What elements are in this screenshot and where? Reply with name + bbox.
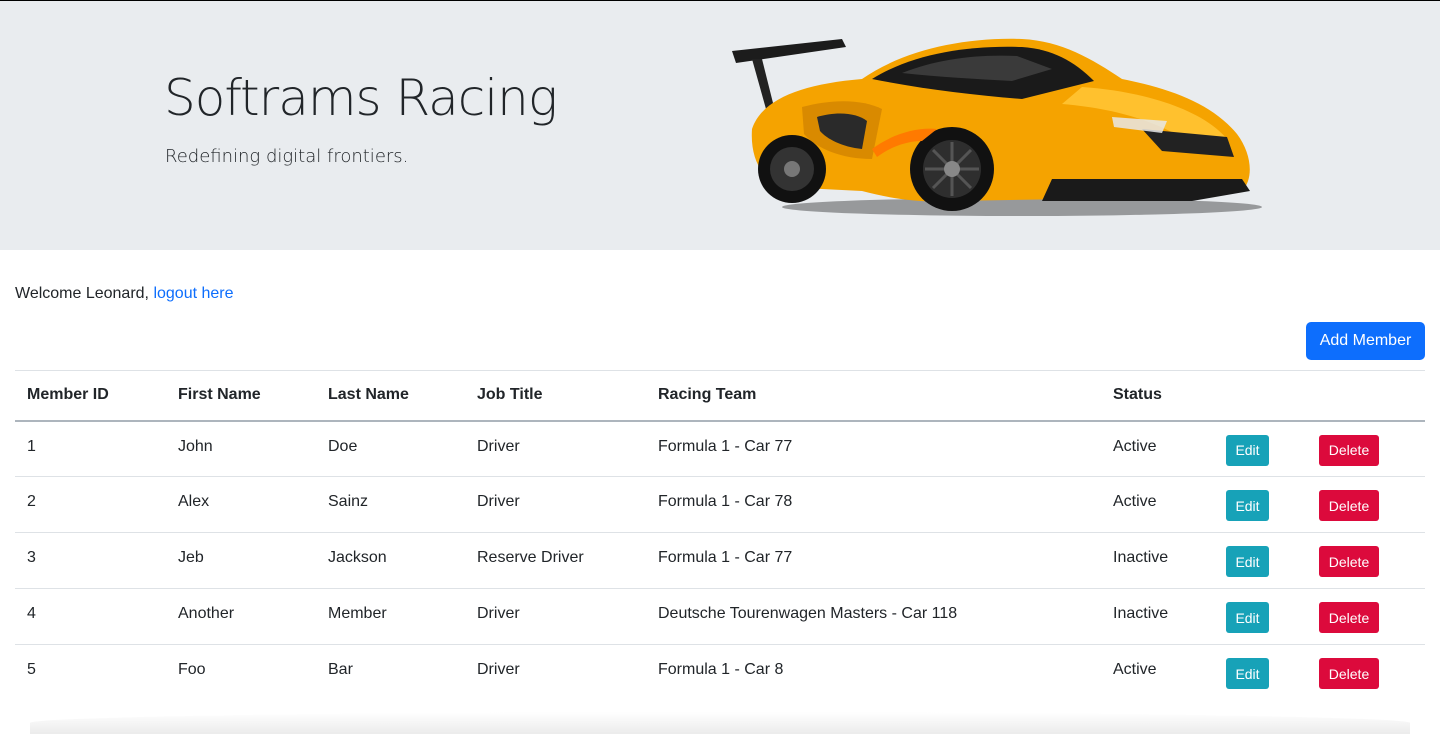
cell-edit: Edit <box>1214 420 1307 477</box>
cell-status: Active <box>1113 661 1157 678</box>
cell-member-id: 2 <box>15 476 166 533</box>
cell-first-name: Jeb <box>166 532 316 589</box>
cell-racing-team: Formula 1 - Car 8 <box>658 661 784 678</box>
cell-delete: Delete <box>1307 645 1425 701</box>
header-racing-team: Racing Team <box>646 370 1101 422</box>
table-row: 3 Jeb Jackson Reserve Driver Formula 1 -… <box>15 532 1425 589</box>
cell-member-id: 3 <box>15 532 166 589</box>
cell-delete: Delete <box>1307 588 1425 645</box>
delete-button[interactable]: Delete <box>1319 434 1379 466</box>
cell-job-title: Driver <box>465 588 646 645</box>
cell-racing-team: Formula 1 - Car 78 <box>646 476 1101 533</box>
header-job-title: Job Title <box>465 370 646 422</box>
cell-job-title: Driver <box>465 420 646 477</box>
cell-racing-team: Formula 1 - Car 77 <box>646 420 1101 477</box>
cell-last-name: Member <box>316 588 465 645</box>
header-delete <box>1307 370 1425 422</box>
table-row: 5 Foo Bar Driver Formula 1 - Car 8 Activ… <box>15 645 1425 701</box>
welcome-message: Welcome Leonard, logout here <box>15 285 234 303</box>
header-edit <box>1214 370 1307 422</box>
cell-status: Active <box>1101 476 1214 533</box>
members-table: Member ID First Name Last Name Job Title… <box>15 370 1425 701</box>
cell-last-name: Doe <box>316 420 465 477</box>
race-car-image <box>732 38 1262 216</box>
cell-last-name: Bar <box>328 661 353 678</box>
cell-edit: Edit <box>1214 588 1307 645</box>
cell-job-title: Driver <box>465 476 646 533</box>
cell-member-id: 4 <box>15 588 166 645</box>
logout-link[interactable]: logout here <box>153 285 233 302</box>
cell-racing-team: Formula 1 - Car 77 <box>646 532 1101 589</box>
cell-delete: Delete <box>1307 420 1425 477</box>
hero-banner: Softrams Racing Redefining digital front… <box>0 1 1440 250</box>
cell-last-name: Sainz <box>316 476 465 533</box>
cell-first-name: Alex <box>166 476 316 533</box>
table-row: 1 John Doe Driver Formula 1 - Car 77 Act… <box>15 420 1425 477</box>
delete-button[interactable]: Delete <box>1319 490 1379 521</box>
edit-button[interactable]: Edit <box>1226 658 1269 689</box>
edit-button[interactable]: Edit <box>1226 434 1269 466</box>
cell-status: Active <box>1101 420 1214 477</box>
delete-button[interactable]: Delete <box>1319 658 1379 689</box>
hero-title: Softrams Racing <box>164 69 558 127</box>
header-status: Status <box>1101 370 1214 422</box>
table-header-row: Member ID First Name Last Name Job Title… <box>15 370 1425 422</box>
cell-member-id: 1 <box>15 420 166 477</box>
cell-delete: Delete <box>1307 532 1425 589</box>
delete-button[interactable]: Delete <box>1319 602 1379 633</box>
cell-job-title: Driver <box>477 661 520 678</box>
cell-first-name: Foo <box>178 661 206 678</box>
header-last-name: Last Name <box>316 370 465 422</box>
cell-first-name: John <box>166 420 316 477</box>
hero-subtitle: Redefining digital frontiers. <box>165 146 409 167</box>
cell-status: Inactive <box>1101 588 1214 645</box>
cell-first-name: Another <box>166 588 316 645</box>
cell-edit: Edit <box>1214 645 1307 701</box>
cell-edit: Edit <box>1214 476 1307 533</box>
table-row: 2 Alex Sainz Driver Formula 1 - Car 78 A… <box>15 476 1425 533</box>
edit-button[interactable]: Edit <box>1226 602 1269 633</box>
table-row: 4 Another Member Driver Deutsche Tourenw… <box>15 588 1425 645</box>
header-first-name: First Name <box>166 370 316 422</box>
cell-delete: Delete <box>1307 476 1425 533</box>
add-member-button[interactable]: Add Member <box>1306 322 1425 360</box>
edit-button[interactable]: Edit <box>1226 490 1269 521</box>
cell-racing-team: Deutsche Tourenwagen Masters - Car 118 <box>646 588 1101 645</box>
cell-edit: Edit <box>1214 532 1307 589</box>
edit-button[interactable]: Edit <box>1226 546 1269 577</box>
welcome-text: Welcome Leonard, <box>15 285 149 302</box>
header-member-id: Member ID <box>15 370 166 422</box>
cell-last-name: Jackson <box>316 532 465 589</box>
cell-job-title: Reserve Driver <box>465 532 646 589</box>
cell-member-id: 5 <box>27 661 36 678</box>
cell-status: Inactive <box>1101 532 1214 589</box>
footer-shadow <box>30 712 1410 734</box>
delete-button[interactable]: Delete <box>1319 546 1379 577</box>
